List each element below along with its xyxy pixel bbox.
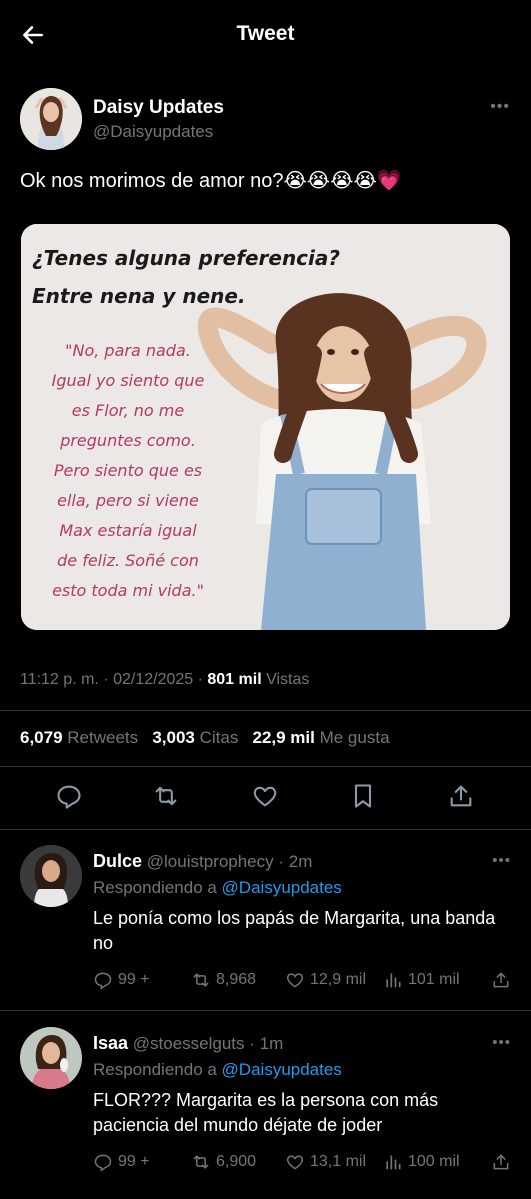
- tweet-text: Ok nos morimos de amor no?😭😭😭😭💗: [20, 170, 402, 192]
- tweet-image[interactable]: ¿Tenes alguna preferencia? Entre nena y …: [21, 224, 510, 630]
- image-quote-line: es Flor, no me: [71, 401, 185, 420]
- image-quote-line: de feliz. Soñé con: [57, 551, 199, 570]
- replying-to-link[interactable]: @Daisyupdates: [222, 1060, 342, 1079]
- reply-actions: 99 + 8,968 12,9 mil 101 mil: [93, 970, 513, 992]
- views-count[interactable]: 801 mil: [207, 671, 261, 688]
- image-question-line-1: ¿Tenes alguna preferencia?: [32, 246, 340, 270]
- image-quote-line: "No, para nada.: [65, 341, 191, 360]
- reply-item[interactable]: Isaa @stoesselguts · 1m ••• Respondiendo…: [0, 1011, 531, 1199]
- retweets-label[interactable]: Retweets: [63, 728, 138, 747]
- retweet-icon: [193, 973, 209, 987]
- like-icon[interactable]: [251, 782, 279, 810]
- quotes-label[interactable]: Citas: [195, 728, 239, 747]
- tweet-meta: 11:12 p. m. · 02/12/2025 · 801 mil Vista…: [20, 671, 309, 689]
- replying-to-link[interactable]: @Daisyupdates: [222, 878, 342, 897]
- page-title: Tweet: [236, 22, 295, 45]
- quotes-count[interactable]: 3,003: [152, 728, 195, 747]
- image-quote-line: ella, pero si viene: [57, 491, 199, 510]
- image-quote-line: Max estaría igual: [59, 521, 197, 540]
- reply-count-value: 99 +: [118, 1153, 150, 1170]
- avatar[interactable]: [20, 845, 82, 907]
- top-bar: Tweet: [0, 0, 531, 70]
- like-icon: [286, 1155, 304, 1170]
- reply-handle-time: @stoesselguts · 1m: [128, 1034, 284, 1053]
- reply-text: Le ponía como los papás de Margarita, un…: [93, 908, 496, 953]
- replying-to: Respondiendo a @Daisyupdates: [93, 1060, 342, 1080]
- reply-author-name[interactable]: Dulce: [93, 851, 142, 871]
- views-count-value: 101 mil: [408, 971, 460, 988]
- likes-label[interactable]: Me gusta: [315, 728, 390, 747]
- views-label: Vistas: [261, 671, 310, 688]
- like-icon: [286, 973, 304, 988]
- retweet-count-value: 8,968: [216, 971, 257, 988]
- divider: [0, 710, 531, 711]
- retweet-icon[interactable]: [152, 782, 180, 810]
- like-count-value: 12,9 mil: [310, 971, 367, 988]
- image-quote-line: preguntes como.: [60, 431, 196, 450]
- reply-actions: 99 + 6,900 13,1 mil 100 mil: [93, 1152, 513, 1174]
- reply-author-name[interactable]: Isaa: [93, 1033, 128, 1053]
- reply-text: FLOR??? Margarita es la persona con más …: [93, 1090, 439, 1135]
- author-handle[interactable]: @Daisyupdates: [93, 122, 213, 142]
- like-count[interactable]: 12,9 mil: [285, 970, 366, 990]
- more-icon[interactable]: •••: [490, 98, 510, 116]
- replying-prefix: Respondiendo a: [93, 1060, 222, 1079]
- author-name[interactable]: Daisy Updates: [93, 97, 224, 119]
- tweet-stats: 6,079 Retweets 3,003 Citas 22,9 mil Me g…: [20, 728, 390, 748]
- like-count-value: 13,1 mil: [310, 1153, 367, 1170]
- reply-icon: [94, 972, 112, 990]
- retweets-count[interactable]: 6,079: [20, 728, 63, 747]
- share-icon[interactable]: [491, 1152, 511, 1172]
- image-quote-line: esto toda mi vida.": [52, 581, 204, 600]
- views-icon: [386, 1155, 401, 1170]
- retweet-count[interactable]: 8,968: [191, 970, 256, 990]
- reply-icon: [94, 1154, 112, 1172]
- retweet-count[interactable]: 6,900: [191, 1152, 256, 1172]
- reply-item[interactable]: Dulce @louistprophecy · 2m ••• Respondie…: [0, 830, 531, 1010]
- replying-to: Respondiendo a @Daisyupdates: [93, 878, 342, 898]
- views-count[interactable]: 101 mil: [383, 970, 460, 990]
- reply-header: Isaa @stoesselguts · 1m: [93, 1033, 283, 1054]
- share-icon[interactable]: [447, 782, 475, 810]
- divider: [0, 766, 531, 767]
- tweet-author: Daisy Updates @Daisyupdates •••: [20, 88, 510, 152]
- image-quote-line: Pero siento que es: [53, 461, 203, 480]
- image-question-line-2: Entre nena y nene.: [32, 284, 246, 308]
- reply-icon[interactable]: [55, 782, 83, 810]
- timestamp: 11:12 p. m. · 02/12/2025 ·: [20, 671, 208, 688]
- reply-count[interactable]: 99 +: [93, 1152, 150, 1172]
- replying-prefix: Respondiendo a: [93, 878, 222, 897]
- reply-count-value: 99 +: [118, 971, 150, 988]
- avatar[interactable]: [20, 1027, 82, 1089]
- retweet-icon: [193, 1155, 209, 1169]
- avatar[interactable]: [20, 88, 82, 150]
- views-count-value: 100 mil: [408, 1153, 460, 1170]
- more-icon[interactable]: •••: [492, 1034, 511, 1051]
- reply-handle-time: @louistprophecy · 2m: [142, 852, 313, 871]
- more-icon[interactable]: •••: [492, 852, 511, 869]
- bookmark-icon[interactable]: [349, 782, 377, 810]
- views-count[interactable]: 100 mil: [383, 1152, 460, 1172]
- retweet-count-value: 6,900: [216, 1153, 257, 1170]
- tweet-actions: [0, 782, 531, 814]
- reply-header: Dulce @louistprophecy · 2m: [93, 851, 312, 872]
- likes-count[interactable]: 22,9 mil: [253, 728, 315, 747]
- views-icon: [386, 973, 401, 988]
- share-icon[interactable]: [491, 970, 511, 990]
- reply-count[interactable]: 99 +: [93, 970, 150, 990]
- image-quote-line: Igual yo siento que: [51, 371, 205, 390]
- like-count[interactable]: 13,1 mil: [285, 1152, 366, 1172]
